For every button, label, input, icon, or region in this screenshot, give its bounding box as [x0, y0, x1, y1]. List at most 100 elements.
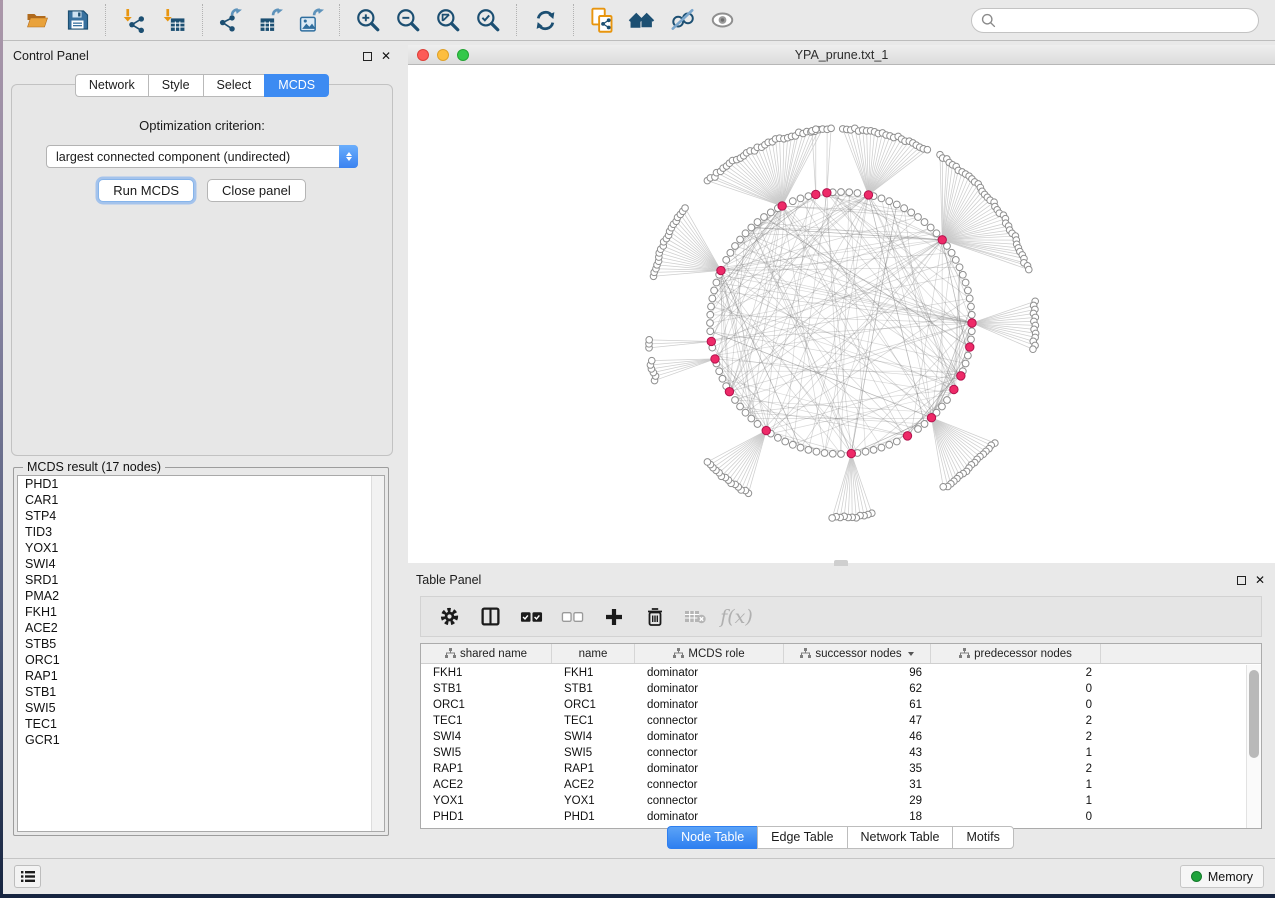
- show-columns-button[interactable]: [472, 601, 509, 633]
- clone-network-button[interactable]: [582, 3, 622, 37]
- network-node[interactable]: [878, 444, 885, 451]
- network-node[interactable]: [707, 320, 714, 327]
- network-node[interactable]: [870, 446, 877, 453]
- network-node[interactable]: [968, 311, 975, 318]
- mcds-node[interactable]: [957, 372, 965, 380]
- network-node[interactable]: [854, 190, 861, 197]
- close-panel-button[interactable]: Close panel: [207, 179, 306, 202]
- network-node[interactable]: [782, 438, 789, 445]
- mcds-node-item[interactable]: STP4: [18, 508, 384, 524]
- tab-network[interactable]: Network: [75, 74, 148, 97]
- result-list-scrollbar[interactable]: [371, 476, 384, 831]
- float-table-panel-icon[interactable]: [1237, 576, 1246, 585]
- mcds-node-item[interactable]: GCR1: [18, 732, 384, 748]
- zoom-out-button[interactable]: [388, 3, 428, 37]
- network-node[interactable]: [682, 205, 689, 212]
- table-settings-button[interactable]: [431, 601, 468, 633]
- mcds-node[interactable]: [707, 337, 715, 345]
- table-row[interactable]: SWI4SWI4dominator462: [421, 729, 1245, 745]
- network-node[interactable]: [846, 189, 853, 196]
- column-header-name[interactable]: name: [552, 644, 635, 663]
- network-node[interactable]: [964, 287, 971, 294]
- table-row[interactable]: TEC1TEC1connector472: [421, 713, 1245, 729]
- network-node[interactable]: [959, 271, 966, 278]
- network-node[interactable]: [707, 311, 714, 318]
- network-node[interactable]: [829, 450, 836, 457]
- network-node[interactable]: [789, 198, 796, 205]
- mcds-node-item[interactable]: SRD1: [18, 572, 384, 588]
- table-row[interactable]: ORC1ORC1dominator610: [421, 697, 1245, 713]
- mcds-node-item[interactable]: YOX1: [18, 540, 384, 556]
- table-row[interactable]: PHD1PHD1dominator180: [421, 809, 1245, 825]
- network-node[interactable]: [754, 421, 761, 428]
- tab-style[interactable]: Style: [148, 74, 203, 97]
- mcds-node[interactable]: [717, 266, 725, 274]
- network-node[interactable]: [924, 146, 931, 153]
- column-header-shared-name[interactable]: shared name: [421, 644, 552, 663]
- zoom-fit-button[interactable]: [428, 3, 468, 37]
- zoom-in-button[interactable]: [348, 3, 388, 37]
- mcds-node[interactable]: [950, 385, 958, 393]
- network-node[interactable]: [704, 459, 711, 466]
- mcds-node[interactable]: [711, 355, 719, 363]
- export-image-button[interactable]: [291, 3, 331, 37]
- network-node[interactable]: [901, 205, 908, 212]
- network-node[interactable]: [968, 336, 975, 343]
- mcds-node[interactable]: [927, 414, 935, 422]
- network-titlebar[interactable]: YPA_prune.txt_1: [408, 45, 1275, 65]
- network-node[interactable]: [719, 375, 726, 382]
- zoom-selected-button[interactable]: [468, 3, 508, 37]
- network-node[interactable]: [774, 434, 781, 441]
- network-node[interactable]: [886, 198, 893, 205]
- hide-selection-button[interactable]: [662, 3, 702, 37]
- save-session-button[interactable]: [57, 3, 97, 37]
- network-node[interactable]: [812, 126, 819, 133]
- deselect-all-button[interactable]: [554, 601, 591, 633]
- network-node[interactable]: [921, 219, 928, 226]
- network-node[interactable]: [805, 446, 812, 453]
- mcds-node-item[interactable]: ACE2: [18, 620, 384, 636]
- float-panel-icon[interactable]: [363, 52, 372, 61]
- network-node[interactable]: [716, 368, 723, 375]
- network-node[interactable]: [1030, 346, 1037, 353]
- network-node[interactable]: [940, 483, 947, 490]
- network-canvas[interactable]: [408, 65, 1275, 563]
- network-node[interactable]: [956, 264, 963, 271]
- open-file-button[interactable]: [17, 3, 57, 37]
- network-node[interactable]: [761, 214, 768, 221]
- tab-edge-table[interactable]: Edge Table: [757, 826, 846, 849]
- mcds-node-item[interactable]: STB1: [18, 684, 384, 700]
- table-row[interactable]: ACE2ACE2connector311: [421, 777, 1245, 793]
- mcds-node[interactable]: [847, 449, 855, 457]
- network-node[interactable]: [713, 279, 720, 286]
- table-scrollbar[interactable]: [1246, 665, 1261, 828]
- mcds-node[interactable]: [725, 387, 733, 395]
- select-all-button[interactable]: [513, 601, 550, 633]
- network-node[interactable]: [732, 243, 739, 250]
- network-node[interactable]: [944, 397, 951, 404]
- optimization-criterion-dropdown[interactable]: largest connected component (undirected): [46, 145, 358, 168]
- column-header-predecessor-nodes[interactable]: predecessor nodes: [931, 644, 1101, 663]
- network-node[interactable]: [742, 409, 749, 416]
- network-node[interactable]: [948, 249, 955, 256]
- network-node[interactable]: [915, 214, 922, 221]
- mcds-node-item[interactable]: ORC1: [18, 652, 384, 668]
- table-row[interactable]: SWI5SWI5connector431: [421, 745, 1245, 761]
- network-node[interactable]: [821, 450, 828, 457]
- mcds-node-item[interactable]: SWI5: [18, 700, 384, 716]
- network-node[interactable]: [732, 397, 739, 404]
- mcds-node[interactable]: [762, 426, 770, 434]
- close-panel-icon[interactable]: ✕: [381, 50, 391, 62]
- task-history-button[interactable]: [14, 865, 41, 888]
- mcds-node[interactable]: [823, 189, 831, 197]
- export-network-button[interactable]: [211, 3, 251, 37]
- delete-table-button[interactable]: [677, 601, 714, 633]
- network-node[interactable]: [709, 295, 716, 302]
- network-node[interactable]: [968, 328, 975, 335]
- network-node[interactable]: [829, 515, 836, 522]
- mcds-node-item[interactable]: PHD1: [18, 476, 384, 492]
- import-network-button[interactable]: [114, 3, 154, 37]
- network-node[interactable]: [708, 303, 715, 310]
- network-node[interactable]: [754, 219, 761, 226]
- tab-node-table[interactable]: Node Table: [667, 826, 757, 849]
